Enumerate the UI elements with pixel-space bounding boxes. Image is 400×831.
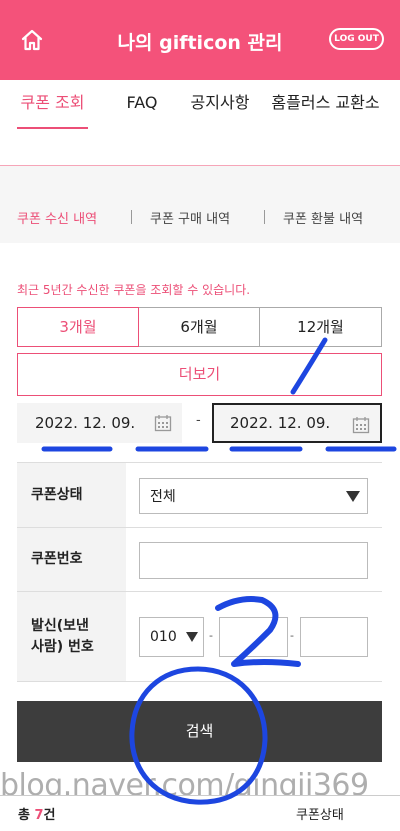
search-button[interactable]: 검색 [17,701,382,762]
tab-coupon-inquiry[interactable]: 쿠폰 조회 [17,89,88,117]
section-spacer [0,166,400,193]
coupon-number-row: 쿠폰번호 [17,528,382,592]
phone-prefix-select[interactable]: 010 [139,617,204,657]
calendar-icon[interactable] [154,414,172,432]
calendar-icon[interactable] [352,416,370,434]
phone-middle-input[interactable] [219,617,288,657]
end-date-value: 2022. 12. 09. [230,414,331,432]
coupon-status-row: 쿠폰상태 전체 [17,462,382,528]
total-suffix: 건 [43,808,56,823]
dropdown-arrow-icon [186,632,198,642]
total-count-value: 7 [34,808,44,823]
total-prefix: 총 [18,808,35,823]
sender-label-line1: 발신(보낸 [31,617,89,634]
coupon-number-input[interactable] [139,542,368,579]
sub-tabs: 쿠폰 수신 내역 쿠폰 구매 내역 쿠폰 환불 내역 [0,193,400,243]
coupon-status-label: 쿠폰상태 [17,463,126,527]
coupon-status-value: 전체 [150,489,176,505]
logout-button[interactable]: LOG OUT [329,28,384,50]
subtab-received[interactable]: 쿠폰 수신 내역 [17,208,97,227]
period-6-months[interactable]: 6개월 [138,307,260,347]
app-header: 나의 gifticon 관리 LOG OUT [0,0,400,80]
end-date-field[interactable]: 2022. 12. 09. [212,403,382,443]
phone-prefix-value: 010 [150,629,177,645]
tab-notice[interactable]: 공지사항 [184,89,256,117]
subtab-divider [264,210,265,224]
sender-number-row: 발신(보낸 사람) 번호 010 - - [17,592,382,682]
active-tab-underline [17,127,88,129]
start-date-field[interactable]: 2022. 12. 09. [17,403,182,443]
phone-separator: - [290,629,294,642]
dropdown-arrow-icon [346,491,360,502]
subtab-purchased[interactable]: 쿠폰 구매 내역 [150,208,230,227]
phone-separator: - [209,629,213,642]
date-range-separator: - [196,413,201,428]
more-button[interactable]: 더보기 [17,353,382,396]
subtab-refunded[interactable]: 쿠폰 환불 내역 [283,208,363,227]
total-count: 총 7건 [18,804,56,823]
main-tabs: 쿠폰 조회 FAQ 공지사항 홈플러스 교환소 [0,80,400,166]
period-3-months[interactable]: 3개월 [17,307,139,347]
tab-faq[interactable]: FAQ [122,89,162,117]
sender-number-label: 발신(보낸 사람) 번호 [17,592,126,681]
period-12-months[interactable]: 12개월 [259,307,382,347]
phone-last-input[interactable] [300,617,368,657]
coupon-number-label: 쿠폰번호 [17,528,126,591]
tab-homeplus-exchange[interactable]: 홈플러스 교환소 [268,89,383,117]
result-footer: 총 7건 쿠폰상태 [0,795,400,831]
inquiry-notice: 최근 5년간 수신한 쿠폰을 조회할 수 있습니다. [17,283,251,297]
sender-label-line2: 사람) 번호 [31,638,94,655]
column-header-status: 쿠폰상태 [296,808,344,823]
coupon-status-select[interactable]: 전체 [139,478,368,514]
subtab-divider [131,210,132,224]
start-date-value: 2022. 12. 09. [35,414,136,432]
